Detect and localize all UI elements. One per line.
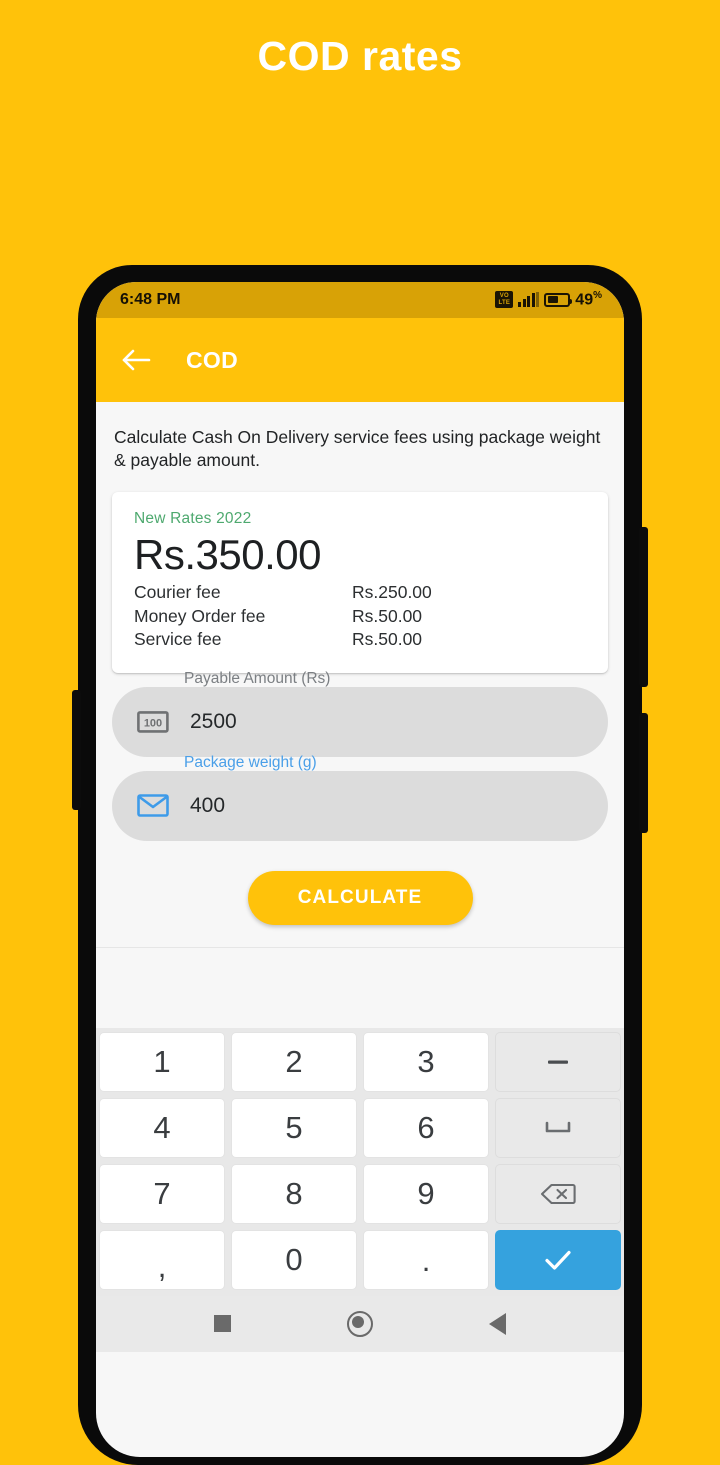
volume-button-right[interactable]	[639, 713, 648, 833]
fee-row: Service fee Rs.50.00	[134, 628, 586, 651]
key-comma[interactable]: ,	[99, 1229, 225, 1290]
minus-icon	[548, 1060, 568, 1064]
arrow-left-icon	[122, 349, 151, 371]
payable-amount-value: 2500	[190, 709, 237, 733]
calculate-button[interactable]: CALCULATE	[247, 870, 473, 925]
volte-line-1: VO	[499, 292, 509, 299]
signal-icon	[518, 292, 540, 308]
fee-name: Courier fee	[134, 582, 221, 602]
battery-icon	[544, 292, 573, 307]
key-1[interactable]: 1	[99, 1031, 225, 1092]
back-nav-icon[interactable]	[489, 1312, 506, 1335]
numeric-keyboard: 1 2 3 4 5 6 7 8 9 , 0 .	[96, 1027, 624, 1296]
fee-row: Money Order fee Rs.50.00	[134, 605, 586, 628]
key-8[interactable]: 8	[231, 1163, 357, 1224]
phone-frame: 6:48 PM VO LTE 49% COD Calculate Cash On…	[72, 265, 648, 1465]
banknote-icon-svg: 100	[137, 710, 169, 733]
battery-fill	[547, 296, 559, 304]
rates-label: New Rates 2022	[134, 510, 252, 527]
key-enter[interactable]	[495, 1229, 621, 1290]
envelope-icon	[134, 790, 172, 822]
power-button[interactable]	[639, 527, 648, 687]
battery-percent-value: 49	[575, 291, 594, 309]
fee-name: Money Order fee	[134, 605, 266, 626]
envelope-icon-svg	[137, 794, 169, 817]
status-time: 6:48 PM	[120, 291, 181, 308]
package-weight-label: Package weight (g)	[184, 753, 317, 771]
svg-text:100: 100	[144, 717, 162, 729]
keyboard-row: 7 8 9	[99, 1163, 621, 1224]
key-6[interactable]: 6	[363, 1097, 489, 1158]
package-weight-field[interactable]: Package weight (g) 400	[112, 754, 608, 841]
status-indicators: VO LTE 49%	[495, 290, 602, 309]
key-4[interactable]: 4	[99, 1097, 225, 1158]
status-bar: 6:48 PM VO LTE 49%	[96, 282, 624, 318]
fee-value: Rs.50.00	[352, 605, 423, 626]
volte-line-2: LTE	[498, 299, 511, 306]
battery-percent-symbol: %	[593, 290, 602, 302]
app-bar: COD	[96, 318, 624, 402]
backspace-icon	[540, 1183, 576, 1204]
key-backspace[interactable]	[495, 1163, 621, 1224]
battery-percent: 49%	[575, 290, 602, 309]
fee-value: Rs.250.00	[352, 582, 432, 602]
key-5[interactable]: 5	[231, 1097, 357, 1158]
android-nav-bar	[96, 1295, 624, 1352]
keyboard-row: 4 5 6	[99, 1097, 621, 1158]
total-amount: Rs.350.00	[134, 531, 321, 578]
payable-amount-label: Payable Amount (Rs)	[184, 669, 331, 687]
content-spacer	[96, 947, 624, 1028]
keyboard-row: , 0 .	[99, 1229, 621, 1290]
phone-screen: 6:48 PM VO LTE 49% COD Calculate Cash On…	[96, 282, 624, 1457]
fee-row: Courier fee Rs.250.00	[134, 581, 586, 604]
calculate-button-wrap: CALCULATE	[96, 870, 624, 925]
key-0[interactable]: 0	[231, 1229, 357, 1290]
key-9[interactable]: 9	[363, 1163, 489, 1224]
key-2[interactable]: 2	[231, 1031, 357, 1092]
key-3[interactable]: 3	[363, 1031, 489, 1092]
check-icon	[545, 1250, 571, 1270]
key-space[interactable]	[495, 1097, 621, 1158]
key-minus[interactable]	[495, 1031, 621, 1092]
recents-icon[interactable]	[214, 1315, 231, 1332]
volte-icon: VO LTE	[495, 291, 514, 309]
page-title: COD rates	[257, 33, 463, 79]
intro-text: Calculate Cash On Delivery service fees …	[114, 427, 601, 470]
home-icon[interactable]	[347, 1310, 373, 1337]
result-card: New Rates 2022 Rs.350.00 Courier fee Rs.…	[112, 492, 608, 673]
space-icon	[545, 1121, 571, 1132]
payable-amount-field[interactable]: Payable Amount (Rs) 100 2500	[112, 670, 608, 757]
back-button[interactable]	[114, 337, 160, 383]
main-content: Calculate Cash On Delivery service fees …	[96, 402, 624, 1028]
volume-button-left[interactable]	[72, 690, 81, 810]
fee-name: Service fee	[134, 629, 222, 649]
banknote-icon: 100	[134, 706, 172, 738]
key-period[interactable]: .	[363, 1229, 489, 1290]
fee-value: Rs.50.00	[352, 629, 423, 649]
package-weight-value: 400	[190, 793, 226, 817]
app-bar-title: COD	[186, 346, 239, 373]
key-7[interactable]: 7	[99, 1163, 225, 1224]
keyboard-row: 1 2 3	[99, 1031, 621, 1092]
